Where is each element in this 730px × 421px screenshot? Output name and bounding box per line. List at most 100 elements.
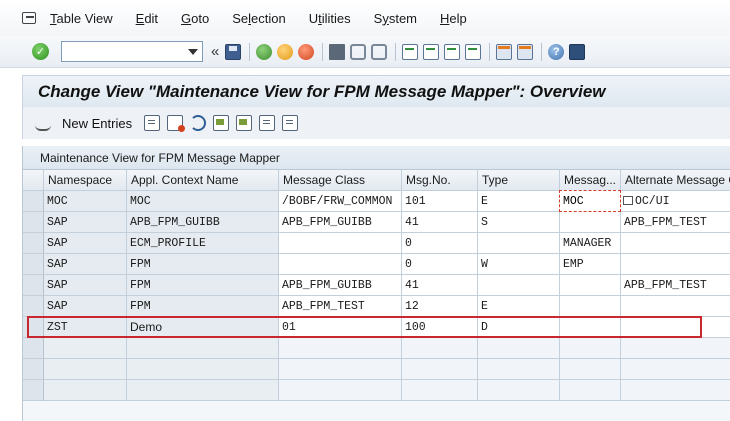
save-icon[interactable] xyxy=(225,43,242,60)
exit-icon[interactable] xyxy=(22,12,36,24)
table-cell[interactable] xyxy=(478,275,560,296)
empty-cell[interactable] xyxy=(621,338,730,359)
table-cell[interactable] xyxy=(560,296,621,317)
empty-cell[interactable] xyxy=(478,380,560,401)
table-cell[interactable] xyxy=(560,212,621,233)
customize-layout-icon[interactable] xyxy=(569,43,586,60)
menu-table-view[interactable]: Table View xyxy=(50,11,113,26)
print-icon[interactable] xyxy=(329,43,346,60)
next-page-icon[interactable] xyxy=(444,43,461,60)
find-next-icon[interactable] xyxy=(371,43,388,60)
back-icon[interactable] xyxy=(256,43,273,60)
row-selector[interactable] xyxy=(23,296,44,317)
select-block-icon[interactable] xyxy=(236,115,253,131)
table-cell[interactable]: APB_FPM_TEST xyxy=(621,275,730,296)
table-cell[interactable] xyxy=(621,317,730,338)
table-cell[interactable]: 41 xyxy=(402,212,478,233)
table-cell[interactable]: MANAGER xyxy=(560,233,621,254)
row-selector[interactable] xyxy=(23,212,44,233)
empty-cell[interactable] xyxy=(560,338,621,359)
row-selector[interactable] xyxy=(23,380,44,401)
command-field[interactable] xyxy=(61,41,203,62)
row-selector[interactable] xyxy=(23,191,44,212)
table-cell[interactable]: 100 xyxy=(402,317,478,338)
row-selector[interactable] xyxy=(23,254,44,275)
column-header[interactable]: Type xyxy=(478,170,560,191)
delete-icon[interactable] xyxy=(167,115,186,132)
empty-cell[interactable] xyxy=(560,359,621,380)
row-selector[interactable] xyxy=(23,275,44,296)
table-cell[interactable] xyxy=(621,254,730,275)
table-cell[interactable] xyxy=(279,254,402,275)
column-header[interactable]: Namespace xyxy=(44,170,127,191)
value-help-icon[interactable] xyxy=(623,196,633,205)
table-cell[interactable] xyxy=(621,296,730,317)
table-cell[interactable]: APB_FPM_TEST xyxy=(621,212,730,233)
empty-cell[interactable] xyxy=(279,380,402,401)
focused-cell[interactable]: MOC xyxy=(559,190,621,212)
collapse-toolbar-icon[interactable]: « xyxy=(211,43,219,60)
row-selector[interactable] xyxy=(23,359,44,380)
undo-change-icon[interactable] xyxy=(190,115,207,131)
table-cell[interactable]: OC/UI xyxy=(621,191,730,212)
column-header[interactable]: Messag... xyxy=(560,170,621,191)
empty-cell[interactable] xyxy=(478,359,560,380)
menu-utilities[interactable]: Utilities xyxy=(309,11,351,26)
copy-as-icon[interactable] xyxy=(144,115,161,131)
first-page-icon[interactable] xyxy=(402,43,419,60)
last-page-icon[interactable] xyxy=(465,43,482,60)
table-cell[interactable]: 101 xyxy=(402,191,478,212)
cancel-icon[interactable] xyxy=(298,43,315,60)
empty-cell[interactable] xyxy=(621,380,730,401)
row-selector[interactable] xyxy=(23,317,44,338)
table-cell[interactable]: 0 xyxy=(402,233,478,254)
column-header[interactable]: Appl. Context Name xyxy=(127,170,279,191)
display-change-icon[interactable] xyxy=(35,115,51,131)
table-cell[interactable]: 01 xyxy=(279,317,402,338)
table-cell[interactable]: 12 xyxy=(402,296,478,317)
table-cell[interactable]: S xyxy=(478,212,560,233)
row-selector[interactable] xyxy=(23,233,44,254)
new-session-icon[interactable] xyxy=(496,43,513,60)
empty-cell[interactable] xyxy=(402,359,478,380)
select-all-icon[interactable] xyxy=(213,115,230,131)
table-cell[interactable]: E xyxy=(478,191,560,212)
column-header[interactable]: Alternate Message C xyxy=(621,170,730,191)
empty-cell[interactable] xyxy=(402,380,478,401)
previous-page-icon[interactable] xyxy=(423,43,440,60)
table-cell[interactable]: APB_FPM_GUIBB xyxy=(279,212,402,233)
table-cell[interactable] xyxy=(279,233,402,254)
table-corner[interactable] xyxy=(23,170,44,191)
table-cell[interactable]: 41 xyxy=(402,275,478,296)
shortcut-icon[interactable] xyxy=(517,43,534,60)
table-cell[interactable]: E xyxy=(478,296,560,317)
table-cell[interactable]: 0 xyxy=(402,254,478,275)
table-cell[interactable]: D xyxy=(478,317,560,338)
table-cell[interactable]: EMP xyxy=(560,254,621,275)
enter-check-icon[interactable]: ✓ xyxy=(32,43,49,60)
empty-cell[interactable] xyxy=(402,338,478,359)
empty-cell[interactable] xyxy=(621,359,730,380)
table-cell[interactable]: APB_FPM_GUIBB xyxy=(279,275,402,296)
empty-cell[interactable] xyxy=(560,380,621,401)
table-cell[interactable]: W xyxy=(478,254,560,275)
new-entries-button[interactable]: New Entries xyxy=(62,116,132,131)
row-selector[interactable] xyxy=(23,338,44,359)
menu-selection[interactable]: Selection xyxy=(232,11,286,26)
deselect-all-icon[interactable] xyxy=(259,115,276,131)
variant-icon[interactable] xyxy=(282,115,299,131)
column-header[interactable]: Message Class xyxy=(279,170,402,191)
menu-goto[interactable]: Goto xyxy=(181,11,209,26)
empty-cell[interactable] xyxy=(279,338,402,359)
find-icon[interactable] xyxy=(350,43,367,60)
chevron-down-icon[interactable] xyxy=(188,49,198,55)
menu-edit[interactable]: Edit xyxy=(136,11,158,26)
help-icon[interactable]: ? xyxy=(548,43,565,60)
menu-system[interactable]: System xyxy=(374,11,417,26)
table-cell[interactable] xyxy=(478,233,560,254)
table-cell[interactable]: APB_FPM_TEST xyxy=(279,296,402,317)
exit-session-icon[interactable] xyxy=(277,43,294,60)
table-cell[interactable]: /BOBF/FRW_COMMON xyxy=(279,191,402,212)
column-header[interactable]: Msg.No. xyxy=(402,170,478,191)
empty-cell[interactable] xyxy=(279,359,402,380)
